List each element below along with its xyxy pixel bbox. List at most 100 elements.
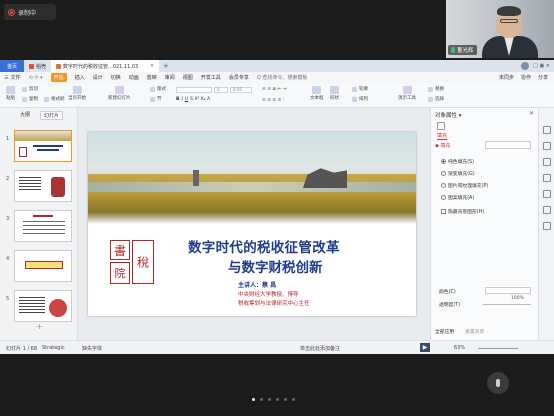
cut-button[interactable]: 剪切 (22, 86, 38, 92)
font-size-field[interactable]: 0 (214, 87, 228, 93)
line-spacing-field[interactable]: 0.05 (230, 87, 252, 93)
page-dot[interactable] (260, 398, 263, 401)
share-icon[interactable] (543, 222, 551, 230)
select-tool-icon[interactable] (543, 126, 551, 134)
notes-placeholder[interactable]: 单击此处添加备注 (300, 345, 340, 352)
menu-slideshow[interactable]: 放映 (147, 74, 157, 81)
fill-bucket-icon[interactable] (437, 122, 445, 130)
participant-video[interactable]: 董光辉 (446, 0, 554, 58)
shape-button[interactable]: 形状 (330, 86, 339, 101)
menu-start[interactable]: 开始 (50, 73, 67, 82)
menu-design[interactable]: 设计 (93, 74, 103, 81)
layout-label: 版式 (157, 87, 166, 92)
menu-file[interactable]: 三 文件 (4, 74, 21, 81)
style-icon[interactable] (543, 174, 551, 182)
slide-affiliation-1[interactable]: 中央财经大学教授、博导 (238, 290, 299, 298)
arrange-button[interactable]: 排列 (352, 96, 368, 102)
slide-thumbnail-1[interactable] (14, 130, 72, 162)
microphone-icon (496, 379, 500, 387)
layout-button[interactable]: 版式 (150, 86, 166, 92)
reset-background-button[interactable]: 重置背景 (465, 328, 484, 335)
slide-thumbnail-2[interactable] (14, 170, 72, 202)
properties-icon[interactable] (543, 142, 551, 150)
zoom-slider[interactable] (478, 348, 518, 349)
page-dot[interactable] (284, 398, 287, 401)
menu-item-undo-icons[interactable]: ⟲ ⟳ ▾ (29, 75, 43, 81)
new-slide-button[interactable]: 新建幻灯片 (108, 86, 131, 101)
microphone-button[interactable] (487, 372, 509, 394)
search-command-input[interactable]: Q 查找命令、搜索模板 (257, 74, 308, 81)
apply-all-button[interactable]: 全部应用 (435, 328, 454, 335)
close-icon[interactable]: ✕ (529, 110, 534, 117)
tab-docer[interactable]: 稻壳 (24, 60, 51, 72)
tab-document-label: 数字时代的税收征管...021.11.03 (63, 63, 139, 70)
menu-view[interactable]: 视图 (183, 74, 193, 81)
share-button[interactable]: 分享 (538, 74, 548, 81)
menu-animation[interactable]: 动画 (129, 74, 139, 81)
sync-status[interactable]: 未同步 (499, 74, 514, 81)
menu-member[interactable]: 会员专享 (229, 74, 249, 81)
format-painter-button[interactable]: 格式刷 (44, 96, 65, 102)
section-button[interactable]: 节 (150, 96, 162, 102)
page-dot[interactable] (276, 398, 279, 401)
slide-title-line2[interactable]: 与数字财税创新 (228, 256, 408, 276)
hide-background-checkbox[interactable]: 隐藏背景图形(H) (441, 208, 484, 215)
present-tool-button[interactable]: 演示工具 (398, 86, 416, 101)
radio-solid-fill[interactable]: 纯色填充(S) (441, 158, 474, 165)
current-slide[interactable]: 書 稅 院 数字时代的税收征管改革 与数字财税创新 主讲人：蔡 昌 中央财经大学… (88, 132, 416, 316)
slide-thumbnail-5[interactable] (14, 290, 72, 322)
select-button[interactable]: 选择 (428, 96, 444, 102)
fill-section-header[interactable]: ◆ 填充 (435, 142, 450, 149)
text-box-button[interactable]: 文本框 (310, 86, 324, 101)
paragraph-icons[interactable]: ≡ ≡ ≣ ⇤ ⇥ (262, 87, 287, 92)
radio-pattern-fill[interactable]: 图案填充(A) (441, 194, 474, 201)
slide-speaker[interactable]: 主讲人：蔡 昌 (238, 280, 276, 289)
missing-font-indicator[interactable]: 缺失字体 (82, 345, 102, 352)
outline-button[interactable]: 轮廓 (352, 86, 368, 92)
play-slideshow-button[interactable]: ▶ (420, 343, 430, 352)
transparency-slider[interactable] (483, 304, 531, 305)
shape-tool-icon[interactable] (543, 190, 551, 198)
layout-icon (150, 86, 155, 92)
animation-icon[interactable] (543, 158, 551, 166)
radio-picture-fill[interactable]: 图片或纹理填充(P) (441, 182, 488, 189)
page-dot[interactable] (268, 398, 271, 401)
copy-button[interactable]: 复制 (22, 96, 38, 102)
slide-thumbnail-3[interactable] (14, 210, 72, 242)
from-current-button[interactable]: 当页开始 (68, 86, 86, 101)
page-dot[interactable] (252, 398, 255, 401)
avatar[interactable] (521, 62, 530, 70)
tab-fill[interactable]: 填充 (437, 132, 448, 140)
panel-title[interactable]: 对象属性 ▾ (435, 111, 462, 119)
tab-document[interactable]: 数字时代的税收征管...021.11.03 ✕ (51, 60, 160, 72)
zoom-level[interactable]: 63% (454, 345, 465, 351)
recording-indicator[interactable]: 录制中 (4, 4, 56, 20)
slide-thumbnail-4[interactable] (14, 250, 72, 282)
fill-type-dropdown[interactable] (485, 141, 531, 149)
font-format-icons[interactable]: B I U S X² X₂ A (176, 97, 210, 102)
add-slide-icon[interactable]: + (36, 322, 43, 331)
slide-affiliation-2[interactable]: 税收筹划与法律研究中心主任 (238, 299, 310, 307)
radio-gradient-fill[interactable]: 渐变填充(G) (441, 170, 475, 177)
menu-developer[interactable]: 开发工具 (201, 74, 221, 81)
menu-insert[interactable]: 插入 (75, 74, 85, 81)
theme-name[interactable]: Strategic (42, 345, 65, 351)
color-dropdown[interactable] (485, 287, 531, 294)
section-label: 节 (157, 97, 162, 102)
tab-outline[interactable]: 大纲 (20, 111, 30, 120)
align-icons[interactable]: ≡ ≡ ≡ ≡ ⫶ (262, 97, 284, 103)
menu-review[interactable]: 审阅 (165, 74, 175, 81)
pen-icon[interactable] (543, 206, 551, 214)
collaborate-button[interactable]: 协作 (521, 74, 531, 81)
paste-button[interactable]: 粘贴 (6, 86, 15, 101)
slide-title-line1[interactable]: 数字时代的税收征管改革 (188, 236, 408, 256)
page-dot[interactable] (292, 398, 295, 401)
window-controls-icons[interactable]: □ ▣ ✕ (533, 63, 550, 69)
tab-home[interactable]: 首页 (0, 60, 24, 72)
tab-slides[interactable]: 幻灯片 (40, 111, 64, 120)
menu-transition[interactable]: 切换 (111, 74, 121, 81)
replace-button[interactable]: 替换 (428, 86, 444, 92)
font-name-field[interactable] (176, 87, 212, 93)
new-tab-icon[interactable]: + (159, 62, 173, 70)
close-tab-icon[interactable]: ✕ (150, 63, 154, 69)
